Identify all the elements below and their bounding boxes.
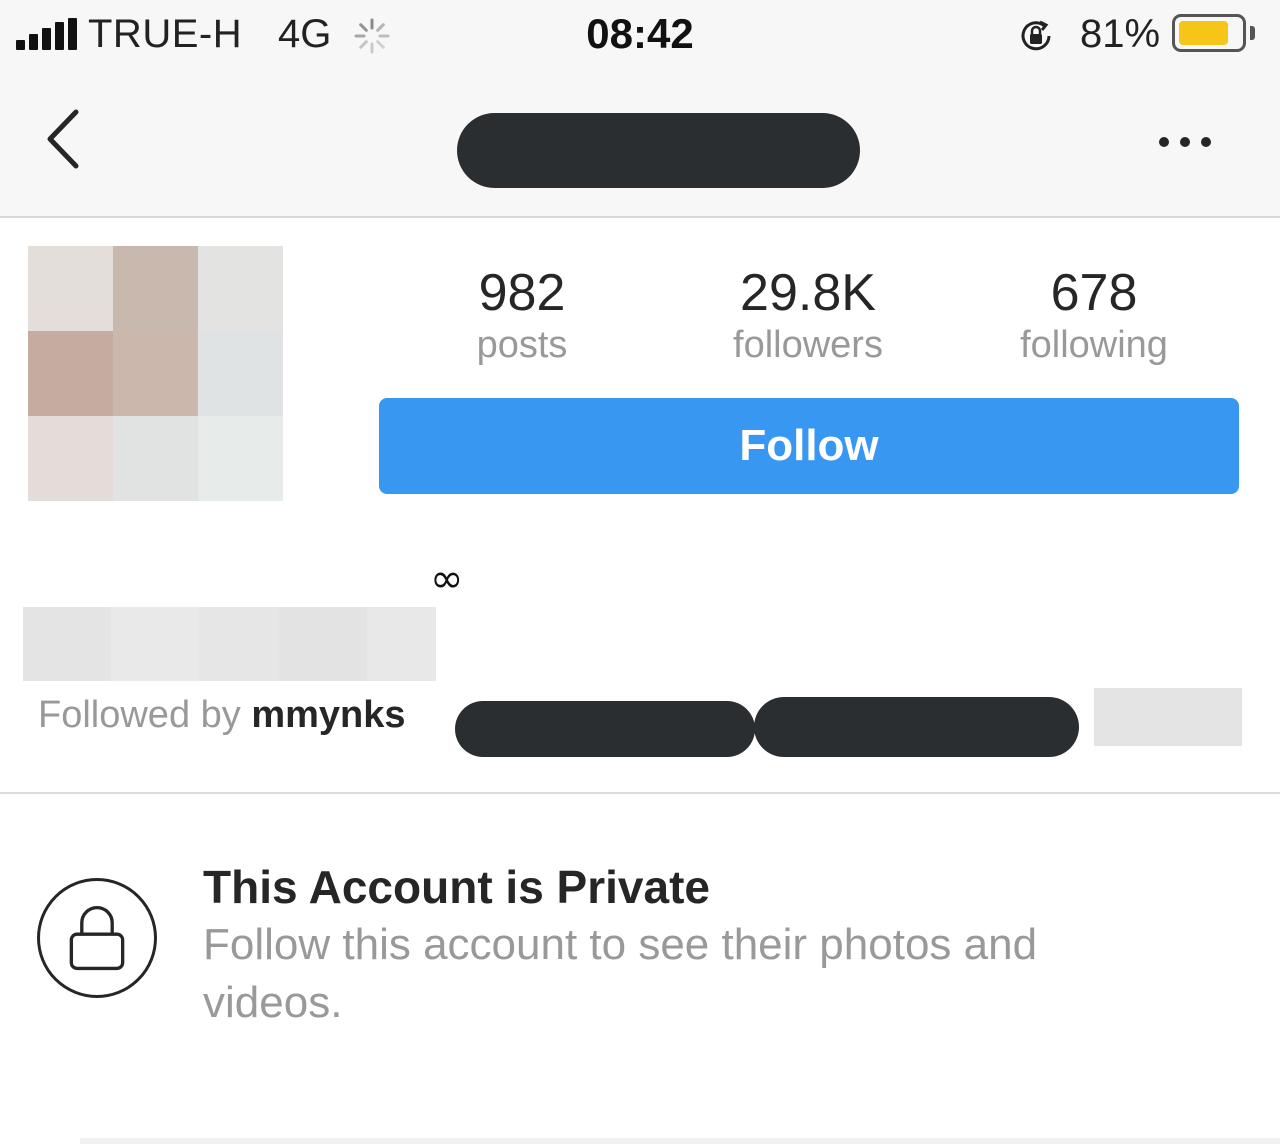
chevron-left-icon <box>47 109 79 169</box>
private-title: This Account is Private <box>203 861 710 913</box>
section-divider <box>0 792 1280 794</box>
followed-by-user[interactable]: mmynks <box>251 694 405 736</box>
followers-label: followers <box>733 324 883 366</box>
stat-followers[interactable]: 29.8K followers <box>688 262 928 366</box>
following-label: following <box>1020 324 1168 366</box>
bio-infinity-symbol: ∞ <box>430 556 464 602</box>
posts-label: posts <box>476 324 568 366</box>
following-count: 678 <box>1050 264 1138 322</box>
stat-following[interactable]: 678 following <box>974 262 1214 366</box>
battery-fill <box>1179 21 1228 45</box>
back-button[interactable] <box>38 104 94 174</box>
follower-redaction <box>754 697 1079 757</box>
followed-by-prefix: Followed by <box>38 694 252 736</box>
follower-blur <box>1094 688 1242 746</box>
private-description: Follow this account to see their photos … <box>203 920 1038 1027</box>
loading-spinner-icon <box>354 18 390 54</box>
more-horizontal-icon <box>1159 137 1211 147</box>
followers-count: 29.8K <box>740 264 876 322</box>
follow-button[interactable]: Follow <box>379 398 1239 494</box>
avatar <box>28 246 310 528</box>
signal-icon <box>16 18 77 50</box>
username-redaction <box>457 113 860 188</box>
orientation-lock-icon <box>1021 20 1051 51</box>
follower-redaction <box>455 701 755 757</box>
battery-icon <box>1172 14 1246 52</box>
followed-by-text: Followed by mmynks <box>38 694 406 737</box>
carrier-name: TRUE-H <box>88 12 243 56</box>
more-options-button[interactable] <box>1150 122 1220 162</box>
status-time: 08:42 <box>586 10 694 57</box>
network-type: 4G <box>278 12 332 56</box>
bottom-divider <box>80 1138 1280 1144</box>
stat-posts[interactable]: 982 posts <box>402 262 642 366</box>
posts-count: 982 <box>478 264 566 322</box>
lock-icon <box>37 878 157 998</box>
bio-name-redaction <box>23 607 436 681</box>
battery-tip <box>1250 26 1255 40</box>
battery-percent: 81% <box>1080 12 1161 56</box>
